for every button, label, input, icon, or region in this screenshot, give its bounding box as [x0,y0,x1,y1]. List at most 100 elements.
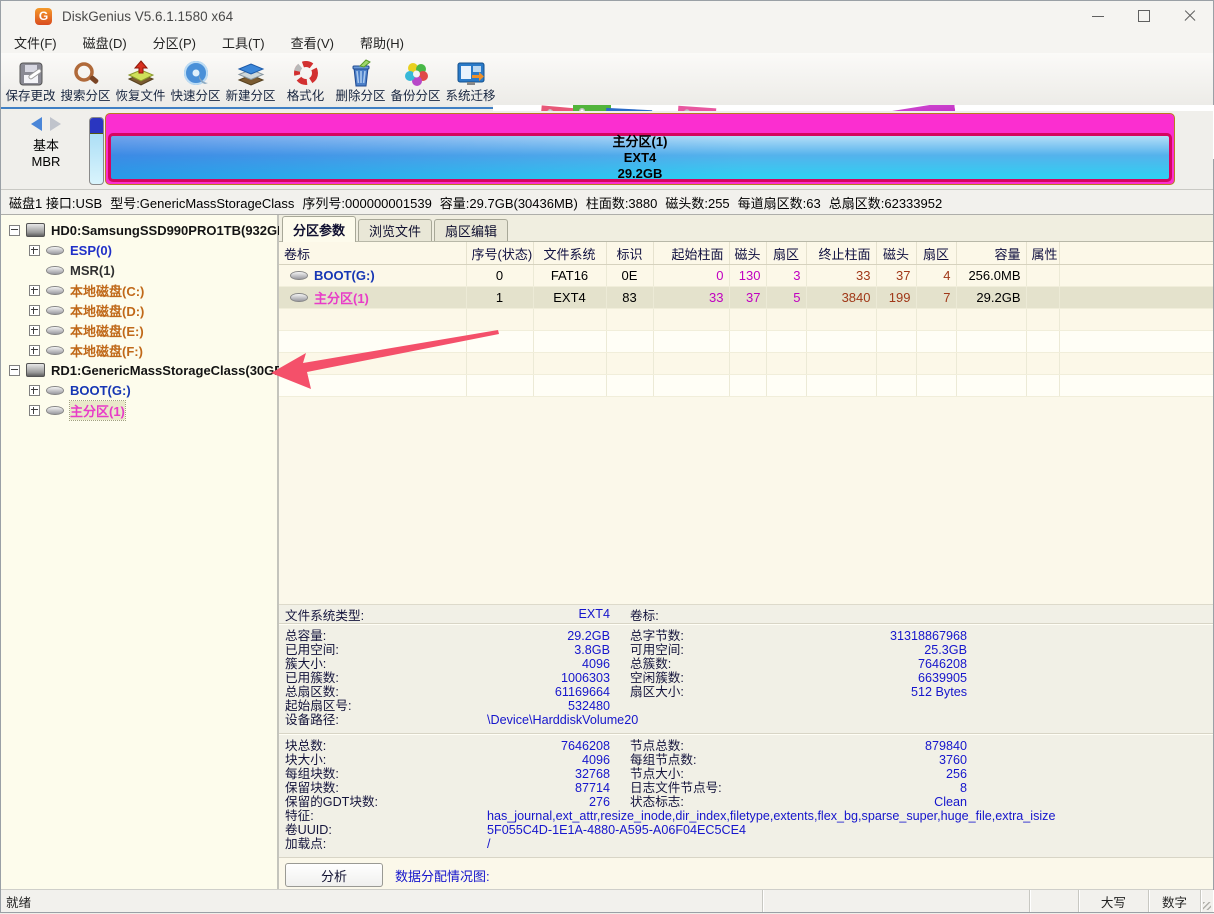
tree-item-disk-e[interactable]: 本地磁盘(E:) [1,320,144,340]
disk-info-segment: 磁盘1 接口:USB [9,193,102,212]
minimize-button[interactable] [1075,1,1121,31]
volume-label-label: 卷标: [630,605,782,624]
expander-plus-icon[interactable] [29,405,40,416]
partition-icon [46,386,64,395]
detail-label: 可用空间: [630,643,782,657]
maximize-button[interactable] [1121,1,1167,31]
disk-tree-panel: HD0:SamsungSSD990PRO1TB(932GB) ESP(0) MS… [1,215,279,891]
menu-partition[interactable]: 分区(P) [140,31,209,53]
menu-disk[interactable]: 磁盘(D) [70,31,140,53]
detail-value: 7646208 [484,739,610,753]
detail-label: 节点总数: [630,739,782,753]
detail-value: Clean [782,795,967,809]
menu-view[interactable]: 查看(V) [278,31,347,53]
detail-value: / [484,837,491,851]
tab-browse-files[interactable]: 浏览文件 [358,219,432,241]
detail-value: 61169664 [484,685,610,699]
save-changes-button[interactable]: 保存更改 [3,55,58,107]
fs-type-value: EXT4 [484,607,610,621]
quick-partition-button[interactable]: 快速分区 [168,55,223,107]
detail-label: 已用簇数: [279,671,484,685]
partition-name: 主分区(1) [613,134,668,150]
expander-plus-icon[interactable] [29,285,40,296]
tab-strip: 分区参数 浏览文件 扇区编辑 [279,215,1213,242]
system-migrate-button[interactable]: 系统迁移 [443,55,498,107]
close-button[interactable] [1167,1,1213,31]
tree-item-primary-partition[interactable]: 主分区(1) [1,400,125,420]
expander-plus-icon[interactable] [29,305,40,316]
detail-label: 总容量: [279,629,484,643]
tab-partition-parameters[interactable]: 分区参数 [282,216,356,242]
expander-plus-icon[interactable] [29,245,40,256]
prev-disk-icon[interactable] [31,117,42,131]
detail-label: 块大小: [279,753,484,767]
search-partition-icon [58,55,113,89]
detail-value: 879840 [782,739,967,753]
menu-tools[interactable]: 工具(T) [209,31,278,53]
tree-item-msr[interactable]: MSR(1) [1,260,115,280]
partition-icon [46,286,64,295]
partition-size: 29.2GB [618,166,663,182]
tree-item-disk-f[interactable]: 本地磁盘(F:) [1,340,143,360]
detail-value: 8 [782,781,967,795]
expander-plus-icon[interactable] [29,385,40,396]
table-empty-row [279,375,1213,397]
detail-value: 6639905 [782,671,967,685]
detail-value: 3760 [782,753,967,767]
menu-file[interactable]: 文件(F) [1,31,70,53]
menu-bar: 文件(F) 磁盘(D) 分区(P) 工具(T) 查看(V) 帮助(H) [1,31,1213,53]
expander-plus-icon[interactable] [29,345,40,356]
analyze-button[interactable]: 分析 [285,863,383,887]
menu-help[interactable]: 帮助(H) [347,31,417,53]
table-empty-row [279,353,1213,375]
table-header-row: 卷标序号(状态) 文件系统标识 起始柱面磁头 扇区终止柱面 磁头扇区 容量属性 [279,242,1213,265]
save-changes-icon [3,55,58,89]
table-row-primary[interactable]: 主分区(1) 1EXT4 8333 375 3840199 729.2GB [279,287,1213,309]
expander-minus-icon[interactable] [9,365,20,376]
detail-label: 保留块数: [279,781,484,795]
app-logo-icon: G [35,8,52,25]
expander-plus-icon[interactable] [29,325,40,336]
tree-item-rd1[interactable]: RD1:GenericMassStorageClass(30GB) [1,360,288,380]
detail-value: has_journal,ext_attr,resize_inode,dir_in… [484,809,1055,823]
disk-info-segment: 型号:GenericMassStorageClass [110,193,294,212]
status-num-indicator: 数字 [1149,890,1201,912]
table-row-boot[interactable]: BOOT(G:) 0FAT16 0E0 1303 3337 4256.0MB [279,265,1213,287]
tab-sector-edit[interactable]: 扇区编辑 [434,219,508,241]
disk-info-segment: 容量:29.7GB(30436MB) [440,193,578,212]
tree-item-disk-d[interactable]: 本地磁盘(D:) [1,300,144,320]
allocation-map-label: 数据分配情况图: [395,866,490,885]
recover-files-button[interactable]: 恢复文件 [113,55,168,107]
search-partition-button[interactable]: 搜索分区 [58,55,113,107]
delete-partition-button[interactable]: 删除分区 [333,55,388,107]
boot-partition-block[interactable] [89,117,104,185]
partition-icon [46,326,64,335]
next-disk-icon[interactable] [50,117,61,131]
new-partition-button[interactable]: 新建分区 [223,55,278,107]
backup-partition-button[interactable]: 备份分区 [388,55,443,107]
disk-info-segment: 序列号:000000001539 [302,193,431,212]
detail-value: 4096 [484,753,610,767]
format-button[interactable]: 格式化 [278,55,333,107]
partition-fs: EXT4 [624,150,657,166]
main-partition-block[interactable]: 主分区(1) EXT4 29.2GB [105,113,1175,185]
disk-info-segment: 柱面数:3880 [586,193,658,212]
partition-icon [46,306,64,315]
resize-grip-icon[interactable] [1201,890,1213,912]
detail-value: 3.8GB [484,643,610,657]
detail-value: \Device\HarddiskVolume20 [484,713,638,727]
tree-item-esp[interactable]: ESP(0) [1,240,112,260]
partition-icon [290,293,308,302]
tree-item-hd0[interactable]: HD0:SamsungSSD990PRO1TB(932GB) [1,220,291,240]
partition-detail-panel: 分区参数 浏览文件 扇区编辑 卷标序号(状态) 文件系统标识 起始柱面磁头 扇区… [279,215,1213,891]
detail-value: 4096 [484,657,610,671]
status-cell [763,890,1030,912]
delete-partition-icon [333,55,388,89]
detail-label: 起始扇区号: [279,699,484,713]
tree-item-boot-g[interactable]: BOOT(G:) [1,380,131,400]
table-empty-row [279,309,1213,331]
expander-minus-icon[interactable] [9,225,20,236]
detail-value: 87714 [484,781,610,795]
tree-item-disk-c[interactable]: 本地磁盘(C:) [1,280,144,300]
partition-icon [46,346,64,355]
